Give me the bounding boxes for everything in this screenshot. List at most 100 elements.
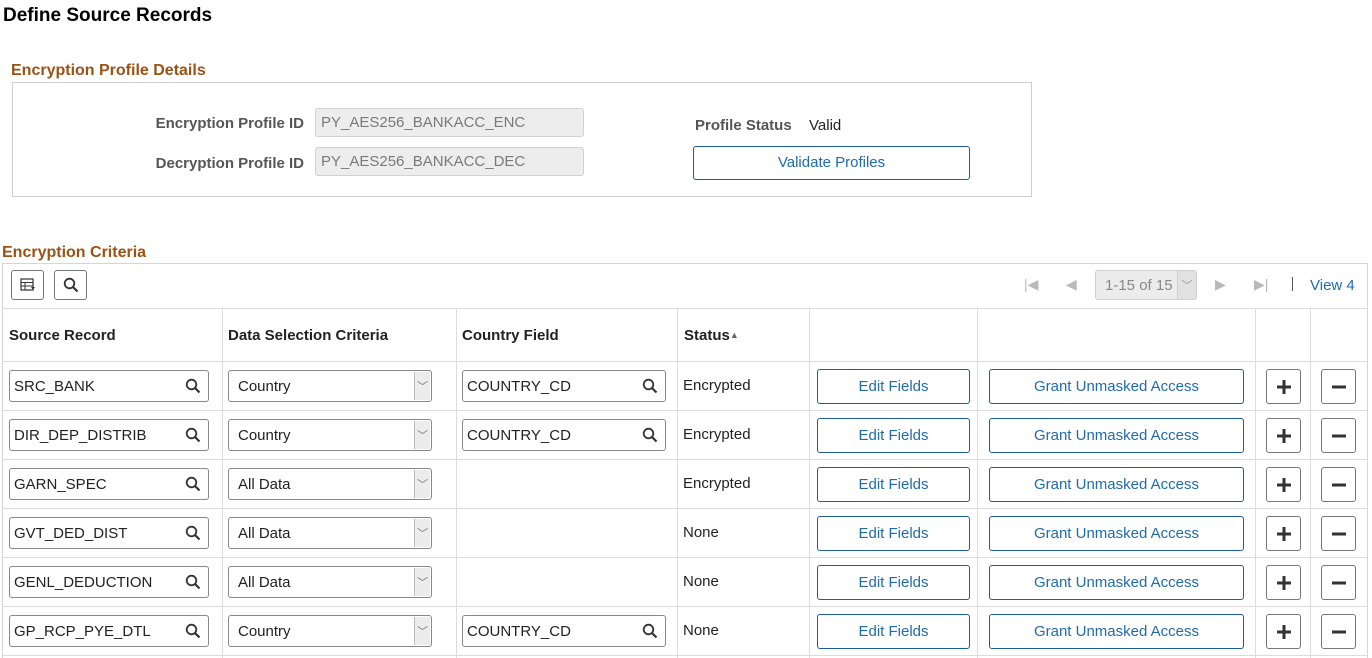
column-header-country-field[interactable]: Country Field — [462, 327, 559, 344]
add-row-button[interactable] — [1266, 614, 1301, 649]
status-value: None — [683, 573, 719, 590]
add-row-button[interactable] — [1266, 467, 1301, 502]
chevron-down-icon: ﹀ — [414, 617, 430, 645]
edit-fields-button[interactable]: Edit Fields — [817, 516, 970, 551]
page-title: Define Source Records — [3, 5, 213, 26]
criteria-section-title: Encryption Criteria — [2, 244, 147, 261]
delete-row-button[interactable] — [1321, 516, 1356, 551]
profile-status-label: Profile Status — [695, 117, 792, 134]
delete-row-button[interactable] — [1321, 614, 1356, 649]
data-selection-value: All Data — [238, 574, 291, 591]
last-page-icon[interactable]: ▶| — [1254, 276, 1268, 293]
source-record-input[interactable]: GENL_DEDUCTION — [9, 566, 209, 598]
status-value: Encrypted — [683, 475, 751, 492]
country-field-value: COUNTRY_CD — [467, 378, 571, 395]
plus-icon — [1276, 428, 1291, 443]
search-icon[interactable] — [185, 623, 201, 639]
data-selection-select[interactable]: Country ﹀ — [228, 419, 432, 451]
next-page-icon[interactable]: ▶ — [1215, 276, 1226, 293]
pager-divider — [1292, 277, 1293, 291]
chevron-down-icon: ﹀ — [1177, 271, 1196, 299]
grant-unmasked-access-button[interactable]: Grant Unmasked Access — [989, 418, 1244, 453]
edit-fields-button[interactable]: Edit Fields — [817, 614, 970, 649]
search-icon[interactable] — [185, 525, 201, 541]
grant-unmasked-access-button[interactable]: Grant Unmasked Access — [989, 516, 1244, 551]
search-icon[interactable] — [185, 427, 201, 443]
data-selection-select[interactable]: All Data ﹀ — [228, 566, 432, 598]
plus-icon — [1276, 526, 1291, 541]
plus-icon — [1276, 477, 1291, 492]
data-selection-select[interactable]: Country ﹀ — [228, 615, 432, 647]
grant-unmasked-access-button[interactable]: Grant Unmasked Access — [989, 369, 1244, 404]
grant-unmasked-access-button[interactable]: Grant Unmasked Access — [989, 565, 1244, 600]
add-row-button[interactable] — [1266, 565, 1301, 600]
source-record-value: GARN_SPEC — [14, 476, 107, 493]
column-header-data-selection[interactable]: Data Selection Criteria — [228, 327, 388, 344]
encryption-criteria-grid: |◀ ◀ 1-15 of 15 ﹀ ▶ ▶| View 4 Source Rec… — [2, 263, 1368, 658]
sort-ascending-icon: ▲ — [729, 330, 739, 340]
source-record-input[interactable]: DIR_DEP_DISTRIB — [9, 419, 209, 451]
edit-fields-button[interactable]: Edit Fields — [817, 369, 970, 404]
delete-row-button[interactable] — [1321, 418, 1356, 453]
source-record-value: GP_RCP_PYE_DTL — [14, 623, 151, 640]
country-field-input[interactable]: COUNTRY_CD — [462, 615, 666, 647]
data-selection-select[interactable]: Country ﹀ — [228, 370, 432, 402]
status-value: Encrypted — [683, 377, 751, 394]
source-record-input[interactable]: SRC_BANK — [9, 370, 209, 402]
country-field-input[interactable]: COUNTRY_CD — [462, 419, 666, 451]
decryption-profile-field: PY_AES256_BANKACC_DEC — [315, 147, 584, 176]
status-value: Encrypted — [683, 426, 751, 443]
status-value: None — [683, 524, 719, 541]
edit-fields-button[interactable]: Edit Fields — [817, 565, 970, 600]
search-icon[interactable] — [185, 476, 201, 492]
chevron-down-icon: ﹀ — [414, 519, 430, 547]
page-range-text: 1-15 of 15 — [1105, 277, 1173, 294]
data-selection-select[interactable]: All Data ﹀ — [228, 517, 432, 549]
minus-icon — [1331, 581, 1346, 584]
view-all-link[interactable]: View 4 — [1310, 277, 1355, 294]
data-selection-value: Country — [238, 623, 291, 640]
page-range-select[interactable]: 1-15 of 15 ﹀ — [1095, 270, 1197, 300]
grant-unmasked-access-button[interactable]: Grant Unmasked Access — [989, 467, 1244, 502]
profile-status-value: Valid — [809, 117, 842, 134]
search-icon[interactable] — [185, 574, 201, 590]
country-field-input[interactable]: COUNTRY_CD — [462, 370, 666, 402]
search-icon[interactable] — [642, 427, 658, 443]
add-row-button[interactable] — [1266, 369, 1301, 404]
edit-fields-button[interactable]: Edit Fields — [817, 418, 970, 453]
decryption-profile-label: Decryption Profile ID — [155, 155, 304, 172]
first-page-icon[interactable]: |◀ — [1024, 276, 1038, 293]
chevron-down-icon: ﹀ — [414, 421, 430, 449]
chevron-down-icon: ﹀ — [414, 568, 430, 596]
chevron-down-icon: ﹀ — [414, 372, 430, 400]
grid-personalize-button[interactable] — [11, 270, 44, 300]
delete-row-button[interactable] — [1321, 369, 1356, 404]
status-value: None — [683, 622, 719, 639]
edit-fields-button[interactable]: Edit Fields — [817, 467, 970, 502]
source-record-value: GVT_DED_DIST — [14, 525, 128, 542]
data-selection-value: Country — [238, 378, 291, 395]
column-header-status[interactable]: Status▲ — [684, 327, 739, 344]
column-header-status-label: Status — [684, 327, 730, 344]
plus-icon — [1276, 575, 1291, 590]
delete-row-button[interactable] — [1321, 467, 1356, 502]
search-icon[interactable] — [642, 623, 658, 639]
source-record-value: DIR_DEP_DISTRIB — [14, 427, 147, 444]
delete-row-button[interactable] — [1321, 565, 1356, 600]
add-row-button[interactable] — [1266, 418, 1301, 453]
grant-unmasked-access-button[interactable]: Grant Unmasked Access — [989, 614, 1244, 649]
encryption-profile-label: Encryption Profile ID — [155, 115, 304, 132]
source-record-input[interactable]: GVT_DED_DIST — [9, 517, 209, 549]
source-record-input[interactable]: GARN_SPEC — [9, 468, 209, 500]
column-header-source-record[interactable]: Source Record — [9, 327, 116, 344]
validate-profiles-button[interactable]: Validate Profiles — [693, 146, 970, 180]
data-selection-value: Country — [238, 427, 291, 444]
add-row-button[interactable] — [1266, 516, 1301, 551]
previous-page-icon[interactable]: ◀ — [1066, 276, 1077, 293]
minus-icon — [1331, 630, 1346, 633]
search-icon[interactable] — [185, 378, 201, 394]
data-selection-select[interactable]: All Data ﹀ — [228, 468, 432, 500]
grid-search-button[interactable] — [54, 270, 87, 300]
source-record-input[interactable]: GP_RCP_PYE_DTL — [9, 615, 209, 647]
search-icon[interactable] — [642, 378, 658, 394]
